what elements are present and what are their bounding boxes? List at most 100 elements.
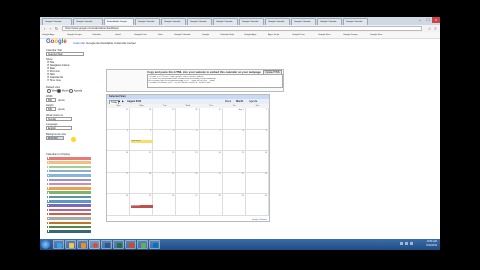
calendar-list-item[interactable] — [47, 204, 91, 207]
bookmark-item[interactable]: Google — [202, 33, 209, 37]
browser-tab-active[interactable]: Embeddable Google — [104, 18, 134, 25]
day-cell[interactable]: 30 — [176, 108, 200, 130]
day-cell[interactable]: 11 — [130, 151, 154, 173]
calendar-list-item[interactable] — [47, 230, 91, 233]
day-cell[interactable]: 29 — [153, 108, 177, 130]
day-cell[interactable]: 31 — [199, 108, 223, 130]
day-cell[interactable]: 28 — [130, 108, 154, 130]
day-cell[interactable]: 6 — [176, 129, 200, 152]
calendar-list-item[interactable] — [47, 174, 91, 177]
day-cell[interactable]: 8 — [222, 129, 246, 152]
bookmark-item[interactable]: Gmail — [115, 33, 121, 37]
minimize-icon[interactable]: – — [416, 17, 424, 23]
day-cell[interactable]: 12 — [153, 151, 177, 173]
day-cell[interactable]: 5 — [153, 129, 177, 152]
day-cell[interactable]: 13 — [176, 151, 200, 173]
calendar-checkbox[interactable] — [47, 174, 50, 177]
browser-tab[interactable]: Google Calendar — [265, 18, 290, 25]
day-cell[interactable]: 19 — [153, 172, 177, 195]
day-cell[interactable]: 18 — [130, 172, 154, 195]
browser-tab[interactable]: Google Calendar — [291, 18, 316, 25]
calendar-list-item[interactable] — [47, 225, 91, 229]
day-cell[interactable]: 3 — [107, 129, 131, 152]
excel-icon[interactable] — [113, 240, 124, 249]
calendar-checkbox[interactable] — [47, 204, 50, 207]
day-cell[interactable]: 29 — [222, 194, 246, 216]
bookmark-item[interactable]: Google Groups — [67, 33, 82, 37]
bookmark-item[interactable]: Google Sites — [370, 33, 383, 37]
browser-tab[interactable]: Google Calendar — [161, 18, 186, 25]
bookmark-item[interactable]: Google Groups — [343, 33, 358, 37]
background-color-input[interactable]: #FFFFFF — [46, 136, 64, 140]
calendar-list-item[interactable] — [47, 212, 91, 216]
calendar-list-item[interactable] — [47, 165, 91, 169]
calendar-list-item[interactable] — [47, 200, 91, 203]
browser-tab[interactable]: Google Calendar — [213, 18, 238, 25]
maximize-icon[interactable]: □ — [424, 17, 432, 23]
calendar-checkbox[interactable] — [47, 226, 50, 228]
day-cell[interactable]: 10 — [107, 151, 131, 173]
calendar-list-item[interactable] — [47, 191, 91, 194]
calendar-checkbox[interactable] — [47, 230, 50, 233]
outlook-icon[interactable] — [149, 240, 160, 249]
day-cell[interactable]: 22 — [222, 172, 246, 195]
bookmark-item[interactable]: Calendar Help — [220, 33, 234, 37]
bookmark-item[interactable]: Google Sites — [318, 33, 331, 37]
bookmark-item[interactable]: Sites — [158, 33, 163, 37]
calendar-checkbox[interactable] — [47, 191, 50, 194]
calendar-checkbox[interactable] — [47, 208, 50, 211]
day-cell[interactable]: 15 — [222, 151, 246, 173]
calendar-checkbox[interactable] — [47, 183, 50, 185]
bookmark-item[interactable]: Calendar — [92, 33, 101, 37]
embed-code-textarea[interactable]: <iframe src="https://www.google.com/cale… — [147, 74, 283, 88]
show-timezone-checkbox[interactable]: ☐ Time zone — [47, 79, 61, 82]
calendar-checkbox[interactable] — [47, 165, 50, 168]
view-agenda-radio[interactable]: Agenda — [69, 89, 82, 93]
calendar-list-item[interactable] — [47, 178, 91, 182]
language-select[interactable]: English — [46, 126, 72, 130]
star-icon[interactable]: ☆ — [427, 26, 432, 31]
forward-icon[interactable]: › — [48, 26, 53, 31]
browser-tab[interactable]: Google Calendar — [42, 18, 72, 25]
camtasia-icon[interactable] — [137, 240, 148, 249]
ie-icon[interactable] — [53, 240, 64, 249]
day-cell[interactable]: 21 — [199, 172, 223, 195]
browser-tab[interactable]: Google Calendar — [135, 18, 160, 25]
menu-icon[interactable]: ≡ — [433, 26, 438, 31]
day-cell[interactable]: 9 — [245, 129, 269, 152]
calendar-checkbox[interactable] — [47, 178, 50, 181]
day-cell[interactable]: 7 — [199, 129, 223, 152]
chrome-icon[interactable] — [89, 240, 100, 249]
browser-tab[interactable]: Google Calendar — [187, 18, 212, 25]
word-icon[interactable] — [101, 240, 112, 249]
browser-tab[interactable]: Google Calendar — [317, 18, 342, 25]
media-player-icon[interactable] — [77, 240, 88, 249]
day-cell[interactable]: 2 — [245, 108, 269, 130]
calendar-checkbox[interactable] — [47, 161, 50, 164]
url-input[interactable]: https://www.google.com/calendar/embedhel… — [62, 26, 422, 31]
browser-tab[interactable]: Google Calendar — [343, 18, 368, 25]
bookmark-item[interactable]: Google Apps — [42, 33, 55, 37]
browser-tab[interactable]: Google Calendar — [73, 18, 103, 25]
bookmark-item[interactable]: Google Calendar — [174, 33, 191, 37]
calendar-list-item[interactable] — [47, 187, 91, 190]
calendar-list-item[interactable] — [47, 161, 91, 164]
calendar-list-item[interactable] — [47, 208, 91, 212]
day-cell[interactable]: 28 — [199, 194, 223, 216]
week-starts-select[interactable]: Sunday — [46, 117, 72, 121]
calendar-checkbox[interactable] — [47, 187, 50, 190]
day-cell[interactable]: 30 — [245, 194, 269, 216]
calendar-checkbox[interactable] — [47, 221, 50, 224]
day-cell[interactable]: 14 — [199, 151, 223, 173]
volume-icon[interactable] — [405, 242, 408, 245]
bookmark-item[interactable]: Google Drive — [292, 33, 305, 37]
day-cell[interactable]: 20 — [176, 172, 200, 195]
calendar-checkbox[interactable] — [47, 170, 50, 173]
day-cell[interactable]: 27 — [107, 108, 131, 130]
view-month-radio[interactable]: Month — [57, 89, 68, 93]
close-icon[interactable]: × — [432, 17, 440, 23]
calendar-list-item[interactable] — [47, 221, 91, 225]
bookmark-item[interactable]: Apps Script — [268, 33, 279, 37]
system-clock[interactable]: 10:51 AM 8/12/2014 — [426, 240, 437, 247]
powerpoint-icon[interactable] — [125, 240, 136, 249]
